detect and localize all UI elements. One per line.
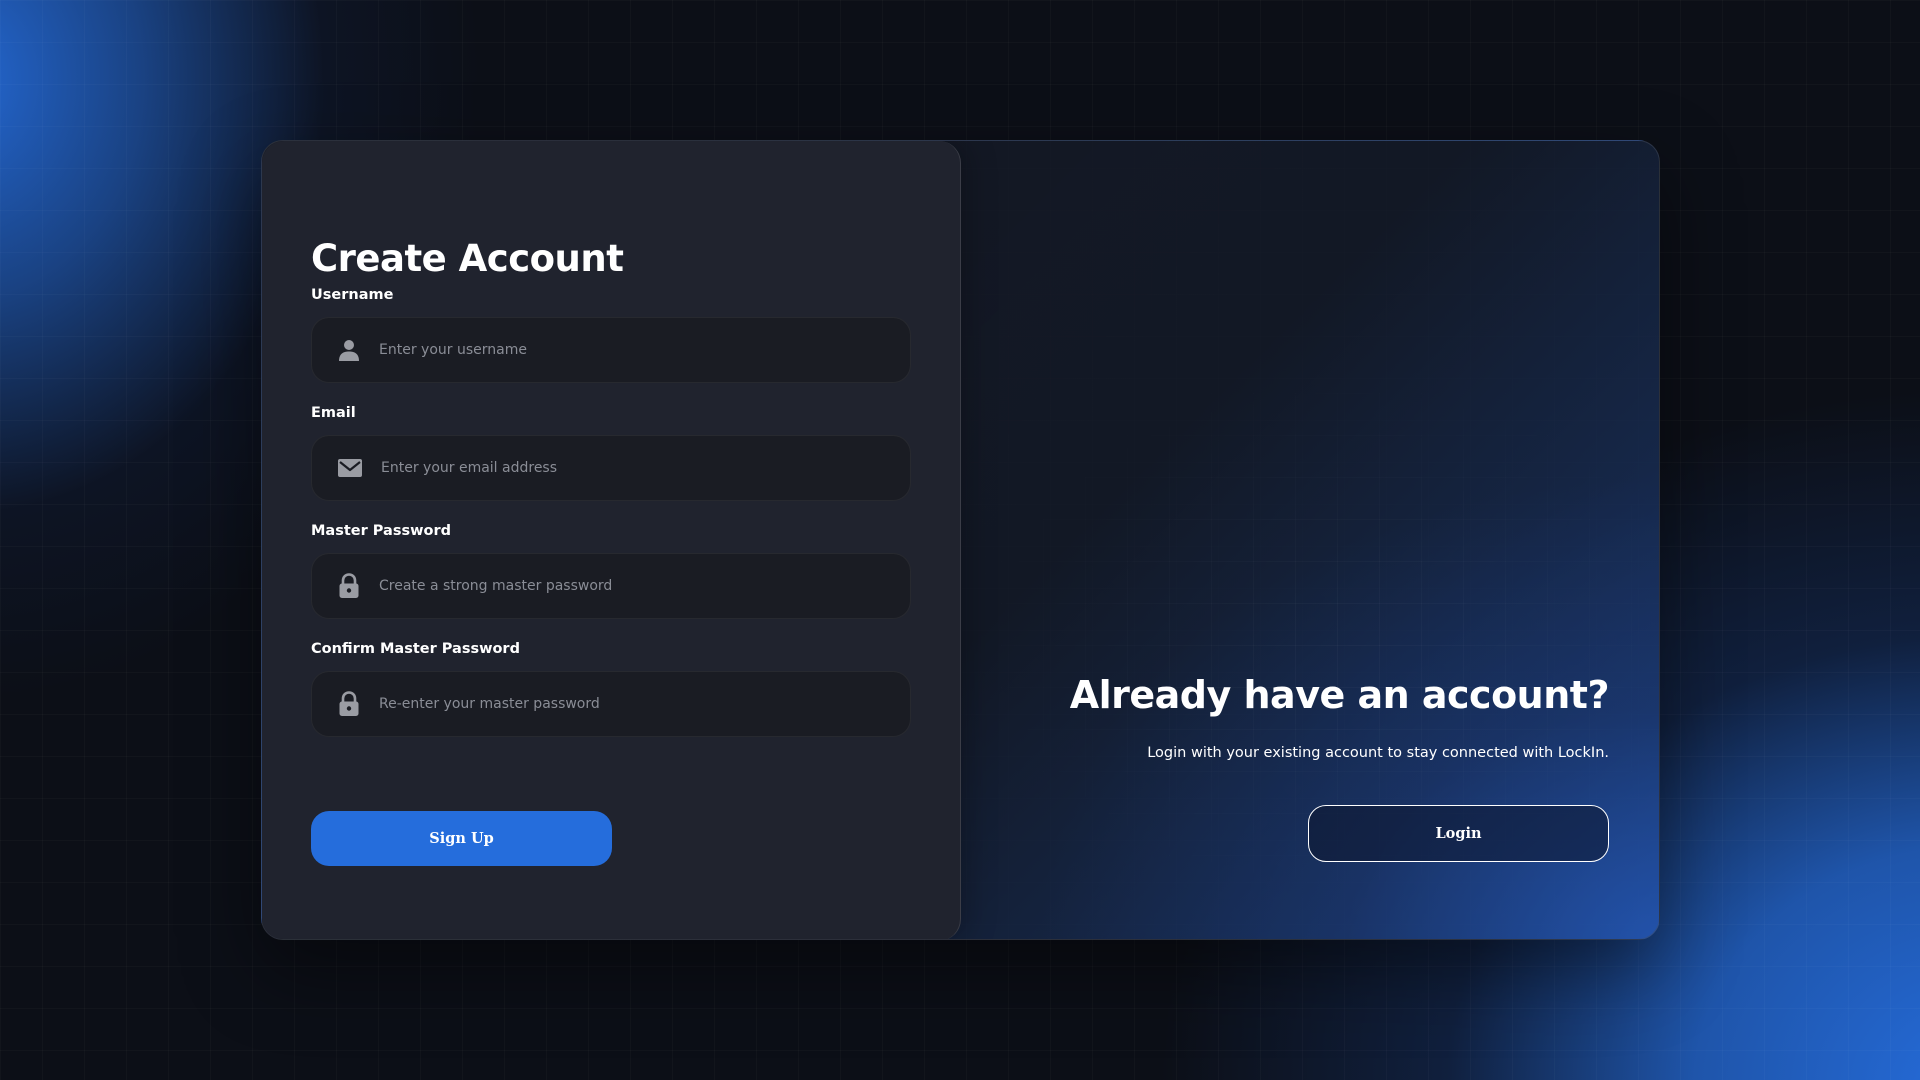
confirm-password-field xyxy=(311,671,911,737)
master-password-field xyxy=(311,553,911,619)
sign-up-button[interactable]: Sign Up xyxy=(311,811,612,866)
username-field xyxy=(311,317,911,383)
auth-card: Create Account Username Email Master Pas… xyxy=(261,140,1660,940)
master-password-input[interactable] xyxy=(379,554,910,618)
confirm-password-input[interactable] xyxy=(379,672,910,736)
master-password-label: Master Password xyxy=(311,523,451,539)
username-input[interactable] xyxy=(379,318,910,382)
signup-panel: Create Account Username Email Master Pas… xyxy=(262,141,961,939)
lock-icon xyxy=(337,691,361,716)
confirm-password-label: Confirm Master Password xyxy=(311,641,520,657)
mail-icon xyxy=(337,456,363,480)
form-title: Create Account xyxy=(311,237,624,280)
email-label: Email xyxy=(311,405,356,421)
user-icon xyxy=(337,338,361,362)
email-field xyxy=(311,435,911,501)
lock-icon xyxy=(337,573,361,598)
username-label: Username xyxy=(311,287,394,303)
login-button[interactable]: Login xyxy=(1308,805,1609,862)
login-prompt-subtitle: Login with your existing account to stay… xyxy=(1147,745,1609,761)
email-input[interactable] xyxy=(381,436,910,500)
login-prompt-title: Already have an account? xyxy=(1069,673,1610,717)
